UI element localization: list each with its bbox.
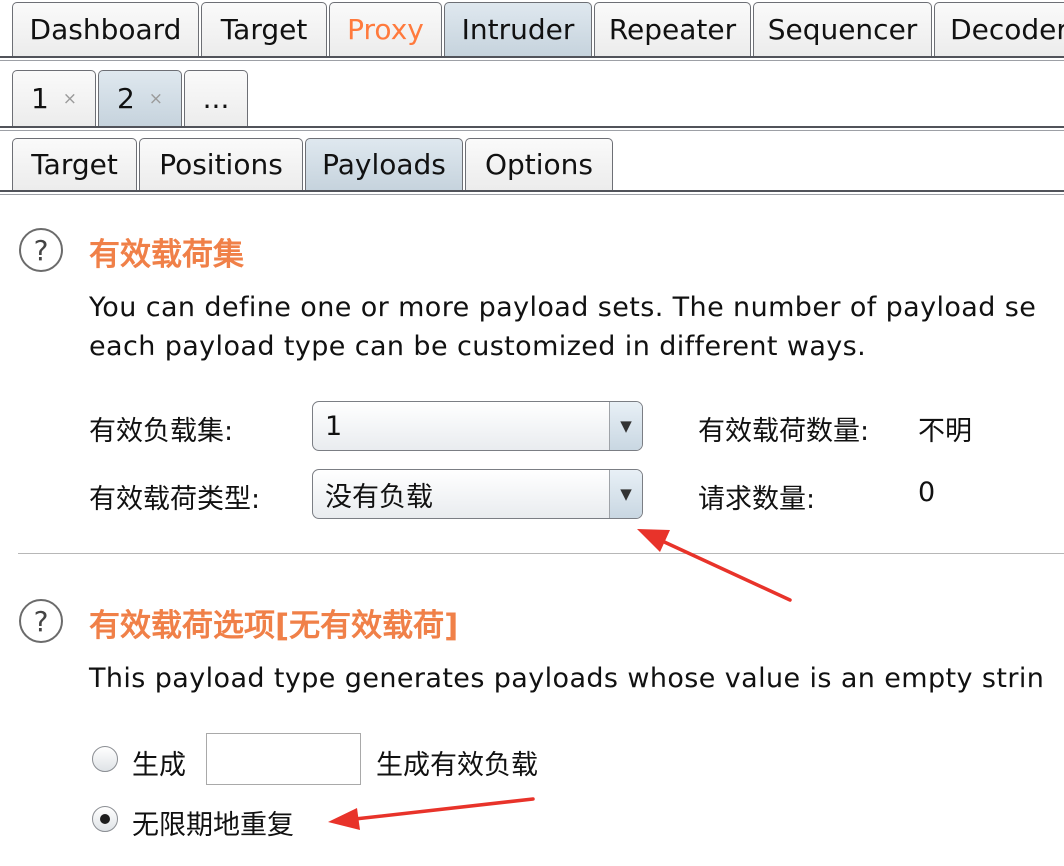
tab-label: Payloads <box>322 148 446 181</box>
payload-sets-title: 有效载荷集 <box>89 237 244 273</box>
chevron-down-icon[interactable]: ▼ <box>609 470 642 518</box>
tab-sequencer[interactable]: Sequencer <box>753 2 932 56</box>
tab-label: 1 <box>30 82 49 115</box>
subtab-options[interactable]: Options <box>465 138 613 190</box>
request-count-label: 请求数量: <box>698 484 816 515</box>
tab-bar-rule <box>0 126 1064 128</box>
tab-intruder[interactable]: Intruder <box>444 2 592 56</box>
tab-label: ... <box>202 82 230 115</box>
tab-target[interactable]: Target <box>201 2 327 56</box>
close-icon[interactable]: × <box>149 89 163 109</box>
request-count-value: 0 <box>918 477 936 508</box>
help-icon[interactable]: ? <box>19 228 63 272</box>
tab-label: Dashboard <box>29 13 182 46</box>
tab-label: Target <box>31 148 118 181</box>
tab-bar-rule <box>0 60 1064 61</box>
tab-label: Proxy <box>347 13 424 46</box>
close-icon[interactable]: × <box>63 89 77 109</box>
intruder-sub-tab-bar: Target Positions Payloads Options <box>0 132 1064 212</box>
annotation-arrow <box>637 529 792 602</box>
payload-set-value: 1 <box>325 410 343 442</box>
payload-count-label: 有效载荷数量: <box>698 416 870 447</box>
subtab-positions[interactable]: Positions <box>139 138 303 190</box>
generate-count-field[interactable] <box>206 733 361 785</box>
annotation-arrow <box>328 797 535 830</box>
generate-radio[interactable] <box>92 746 118 772</box>
chevron-down-icon[interactable]: ▼ <box>609 402 642 450</box>
attack-tab-2[interactable]: 2 × <box>98 70 182 126</box>
tab-label: Options <box>484 148 594 181</box>
help-icon[interactable]: ? <box>19 599 63 643</box>
tab-bar-rule <box>0 56 1064 58</box>
subtab-target[interactable]: Target <box>12 138 137 190</box>
tab-bar-rule <box>0 190 1064 192</box>
attack-tab-1[interactable]: 1 × <box>12 70 96 126</box>
tab-label: 2 <box>116 82 135 115</box>
tab-repeater[interactable]: Repeater <box>594 2 751 56</box>
tab-label: Target <box>220 13 308 46</box>
payload-options-description: This payload type generates payloads who… <box>89 663 1045 694</box>
payload-options-title: 有效载荷选项[无有效载荷] <box>89 608 459 644</box>
tab-label: Decoder <box>950 13 1064 46</box>
repeat-indefinitely-radio[interactable] <box>92 806 118 832</box>
repeat-indefinitely-label: 无限期地重复 <box>132 810 294 841</box>
payload-type-value: 没有负载 <box>325 481 433 513</box>
payload-count-value: 不明 <box>918 416 972 447</box>
main-tab-bar: Dashboard Target Proxy Intruder Repeater… <box>0 0 1064 64</box>
burp-intruder-window: Dashboard Target Proxy Intruder Repeater… <box>0 0 1064 866</box>
tab-bar-rule <box>0 194 1064 195</box>
generate-suffix-label: 生成有效负载 <box>376 750 538 781</box>
tab-label: Sequencer <box>767 13 918 46</box>
section-divider <box>18 553 1064 554</box>
payload-sets-description-line2: each payload type can be customized in d… <box>89 331 867 362</box>
payload-set-label: 有效负载集: <box>89 416 234 447</box>
payload-type-select[interactable]: 没有负载 ▼ <box>312 469 643 519</box>
tab-bar-rule <box>0 130 1064 131</box>
tab-decoder[interactable]: Decoder <box>934 2 1064 56</box>
tab-label: Positions <box>159 148 283 181</box>
tab-label: Intruder <box>461 13 575 46</box>
payload-set-select[interactable]: 1 ▼ <box>312 401 643 451</box>
generate-label: 生成 <box>132 750 186 781</box>
tab-label: Repeater <box>608 13 737 46</box>
subtab-payloads[interactable]: Payloads <box>305 138 463 190</box>
new-attack-tab[interactable]: ... <box>184 70 248 126</box>
payload-type-label: 有效载荷类型: <box>89 484 261 515</box>
attack-tab-bar: 1 × 2 × ... <box>0 64 1064 132</box>
radio-selected-dot <box>100 814 110 824</box>
payload-sets-description-line1: You can define one or more payload sets.… <box>89 292 1037 323</box>
tab-proxy[interactable]: Proxy <box>329 2 442 56</box>
tab-dashboard[interactable]: Dashboard <box>12 2 199 56</box>
